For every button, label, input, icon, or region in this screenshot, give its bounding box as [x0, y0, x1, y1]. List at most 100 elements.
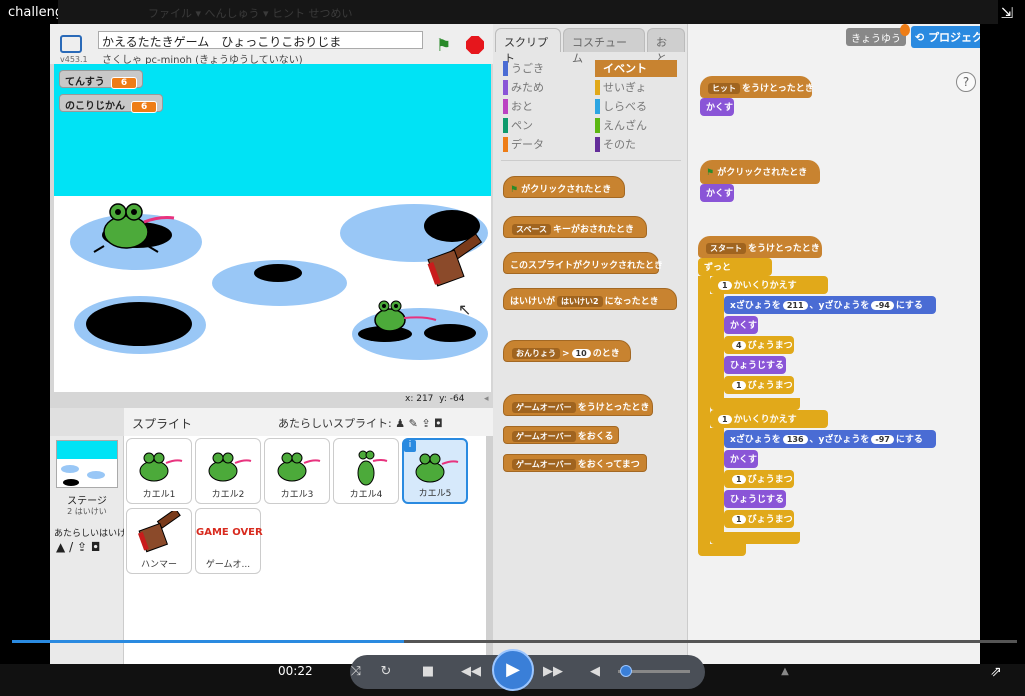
- script-goto-xy[interactable]: xざひょうを 136 、yざひょうを -97 にする: [724, 430, 936, 448]
- stage-thumbnail[interactable]: [56, 440, 118, 488]
- paint-sprite-icon[interactable]: ✎: [409, 417, 418, 430]
- paint-backdrop-icon[interactable]: /: [69, 540, 73, 554]
- info-icon[interactable]: i: [404, 440, 416, 452]
- previous-icon[interactable]: ◀◀: [458, 664, 484, 679]
- tab-costumes[interactable]: コスチューム: [563, 28, 645, 65]
- script-hide[interactable]: かくす: [700, 98, 734, 116]
- project-title-input[interactable]: かえるたたきゲーム ひょっこりこおりじま: [98, 31, 423, 49]
- category-sound[interactable]: おと: [503, 98, 585, 115]
- category-pen[interactable]: ペン: [503, 117, 585, 134]
- variable-monitor-timeleft: のこりじかん 6: [59, 94, 164, 113]
- share-button[interactable]: きょうゆう: [846, 28, 906, 46]
- version-label: v453.1: [60, 55, 88, 64]
- collapse-stage-icon[interactable]: ◂: [484, 394, 489, 404]
- category-looks[interactable]: みため: [503, 79, 585, 96]
- category-data[interactable]: データ: [503, 136, 585, 153]
- script-wait[interactable]: 1 びょうまつ: [724, 376, 794, 394]
- remix-icon: ⟲: [915, 31, 925, 44]
- category-control[interactable]: せいぎょ: [595, 79, 677, 96]
- block-when-receive[interactable]: ゲームオーバー をうけとったとき: [503, 394, 653, 416]
- frog-sprite[interactable]: [370, 296, 460, 336]
- stop-sign-icon[interactable]: [466, 36, 484, 54]
- script-show[interactable]: ひょうじする: [724, 356, 786, 374]
- gameover-text: GAME OVER: [196, 527, 263, 538]
- block-broadcast[interactable]: ゲームオーバー をおくる: [503, 426, 619, 444]
- tab-sounds[interactable]: おと: [647, 28, 685, 65]
- sprite-name: カエル3: [280, 490, 314, 500]
- stage-canvas[interactable]: てんすう 6 のこりじかん 6 ↖: [54, 64, 491, 392]
- up-arrow-icon[interactable]: ▲: [778, 666, 792, 677]
- script-wait[interactable]: 1 びょうまつ: [724, 510, 794, 528]
- script-wait[interactable]: 1 びょうまつ: [724, 470, 794, 488]
- hammer-sprite[interactable]: [426, 234, 490, 294]
- green-flag-icon[interactable]: ⚑: [436, 36, 458, 56]
- sprite-thumb-frog1[interactable]: カエル1: [126, 438, 192, 504]
- volume-knob[interactable]: [620, 665, 632, 677]
- block-when-flag-clicked[interactable]: ⚑ がクリックされたとき: [503, 176, 625, 198]
- script-forever[interactable]: ずっと: [698, 258, 772, 276]
- block-when-backdrop-switches[interactable]: はいけいが はいけい2 になったとき: [503, 288, 677, 310]
- category-events[interactable]: イベント: [595, 60, 677, 77]
- backdrop-count: 2 はいけい: [67, 507, 107, 516]
- stage-label: ステージ: [67, 496, 107, 507]
- script-repeat[interactable]: 1 かいくりかえす: [710, 410, 828, 428]
- script-hat-flag[interactable]: ⚑ がクリックされたとき: [700, 160, 820, 184]
- remix-button[interactable]: ⟲ プロジェク: [911, 26, 980, 48]
- category-more[interactable]: そのた: [595, 136, 677, 153]
- mouse-cursor-icon: ↖: [458, 300, 472, 319]
- volume-icon[interactable]: ◀: [588, 664, 602, 679]
- repeat-icon[interactable]: ↻: [378, 664, 394, 679]
- stage-thumb-column: ステージ 2 はいけい あたらしいはいけい ▲ / ⇪ ◘: [50, 436, 124, 664]
- hole: [86, 302, 192, 346]
- script-hat-receive-start[interactable]: スタート をうけとったとき: [698, 236, 822, 258]
- sprite-thumb-gameover[interactable]: GAME OVER ゲームオ...: [195, 508, 263, 574]
- camera-sprite-icon[interactable]: ◘: [434, 417, 443, 430]
- play-icon[interactable]: ▶: [492, 649, 534, 691]
- upload-backdrop-icon[interactable]: ⇪: [77, 540, 87, 554]
- new-sprite-label: あたらしいスプライト: ♟ ✎ ⇪ ◘: [278, 415, 443, 431]
- sprite-thumb-frog4[interactable]: カエル4: [333, 438, 399, 504]
- script-hat-receive-hit[interactable]: ヒット をうけとったとき: [700, 76, 814, 98]
- camera-backdrop-icon[interactable]: ◘: [91, 540, 101, 554]
- sprite-name: カエル4: [349, 490, 383, 500]
- sprite-list-scrollbar[interactable]: [486, 436, 493, 664]
- category-operators[interactable]: えんざん: [595, 117, 677, 134]
- frog-sprite[interactable]: [88, 198, 180, 254]
- variable-monitor-score: てんすう 6: [59, 70, 144, 89]
- block-when-key-pressed[interactable]: スペース キーがおされたとき: [503, 216, 647, 238]
- stage-fullscreen-icon[interactable]: [60, 35, 82, 53]
- y-value: -64: [449, 394, 465, 404]
- sprite-thumb-frog2[interactable]: カエル2: [195, 438, 261, 504]
- forever-bottom: [698, 544, 746, 556]
- choose-backdrop-icon[interactable]: ▲: [56, 540, 65, 554]
- stop-icon[interactable]: ■: [420, 664, 436, 679]
- script-hide[interactable]: かくす: [724, 316, 758, 334]
- expand-icon[interactable]: ⇗: [990, 664, 1002, 680]
- sprite-thumb-hammer[interactable]: ハンマー: [126, 508, 192, 574]
- tab-scripts[interactable]: スクリプト: [495, 28, 561, 65]
- block-broadcast-and-wait[interactable]: ゲームオーバー をおくってまつ: [503, 454, 647, 472]
- category-sensing[interactable]: しらべる: [595, 98, 677, 115]
- repeat-bottom: [710, 398, 800, 410]
- sprite-thumb-frog3[interactable]: カエル3: [264, 438, 330, 504]
- script-wait[interactable]: 4 びょうまつ: [724, 336, 794, 354]
- choose-sprite-icon[interactable]: ♟: [395, 417, 405, 430]
- script-hide[interactable]: かくす: [724, 450, 758, 468]
- repeat-c-arm: [710, 428, 724, 532]
- fullscreen-toggle-icon[interactable]: ⇲: [996, 4, 1018, 24]
- script-show[interactable]: ひょうじする: [724, 490, 786, 508]
- category-motion[interactable]: うごき: [503, 60, 585, 77]
- block-when-sprite-clicked[interactable]: このスプライトがクリックされたとき: [503, 252, 663, 274]
- y-label: y:: [439, 394, 447, 404]
- script-goto-xy[interactable]: xざひょうを 211 、yざひょうを -94 にする: [724, 296, 936, 314]
- script-repeat[interactable]: 1 かいくりかえす: [710, 276, 828, 294]
- script-hide[interactable]: かくす: [700, 184, 734, 202]
- seek-progress: [12, 640, 404, 643]
- next-icon[interactable]: ▶▶: [540, 664, 566, 679]
- shuffle-icon[interactable]: ⤨: [348, 664, 364, 679]
- block-when-loudness[interactable]: おんりょう >10 のとき: [503, 340, 631, 362]
- sprite-thumb-frog5[interactable]: i カエル5: [402, 438, 468, 504]
- upload-sprite-icon[interactable]: ⇪: [421, 417, 430, 430]
- repeat-bottom: [710, 532, 800, 544]
- help-icon[interactable]: ?: [956, 72, 976, 92]
